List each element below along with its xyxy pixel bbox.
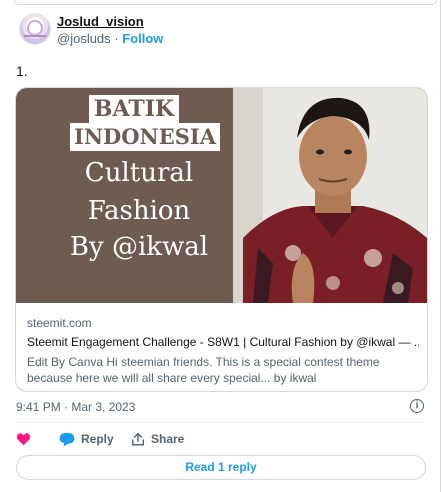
card-image-title: BATIK INDONESIA <box>70 95 221 151</box>
avatar-logo-icon <box>27 20 43 36</box>
share-icon <box>132 432 144 445</box>
previous-tweet-edge <box>14 0 437 5</box>
portrait-photo <box>233 88 427 303</box>
speech-bubble-icon <box>59 432 75 446</box>
card-image-line-cultural: Cultural <box>84 158 194 188</box>
reply-label: Reply <box>81 432 114 446</box>
card-image-line-indonesia: INDONESIA <box>70 123 221 151</box>
author-name[interactable]: Joslud_vision <box>57 14 144 29</box>
author-handle-line: @josluds · Follow <box>57 31 163 46</box>
heart-icon <box>16 433 31 446</box>
share-button[interactable]: Share <box>131 430 184 448</box>
tweet-text: 1. <box>16 63 28 79</box>
card-domain: steemit.com <box>27 316 92 330</box>
card-image-line-author: By @ikwal <box>69 232 209 262</box>
action-bar: Reply Share <box>16 430 426 448</box>
divider <box>16 422 426 423</box>
card-image-line-fashion: Fashion <box>87 196 191 226</box>
avatar[interactable] <box>20 14 50 44</box>
reply-button[interactable]: Reply <box>59 430 114 448</box>
read-replies-button[interactable]: Read 1 reply <box>16 455 426 480</box>
avatar-caption <box>24 35 46 37</box>
share-label: Share <box>151 432 185 446</box>
author-handle[interactable]: @josluds <box>57 31 111 46</box>
embedded-tweet: Joslud_vision @josluds · Follow 1. BATIK… <box>0 0 441 492</box>
follow-button[interactable]: Follow <box>122 31 163 46</box>
card-image-line-batik: BATIK <box>88 95 180 123</box>
tweet-timestamp[interactable]: 9:41 PM · Mar 3, 2023 <box>16 400 135 414</box>
card-title[interactable]: Steemit Engagement Challenge - S8W1 | Cu… <box>27 335 419 349</box>
card-image: BATIK INDONESIA Cultural Fashion By @ikw… <box>16 88 427 303</box>
card-description: Edit By Canva Hi steemian friends. This … <box>27 355 380 385</box>
info-icon[interactable]: i <box>410 399 424 413</box>
like-button[interactable] <box>16 430 37 448</box>
card-meta: steemit.com Steemit Engagement Challenge… <box>27 316 419 386</box>
link-card[interactable]: BATIK INDONESIA Cultural Fashion By @ikw… <box>15 87 428 392</box>
separator: · <box>110 31 123 46</box>
